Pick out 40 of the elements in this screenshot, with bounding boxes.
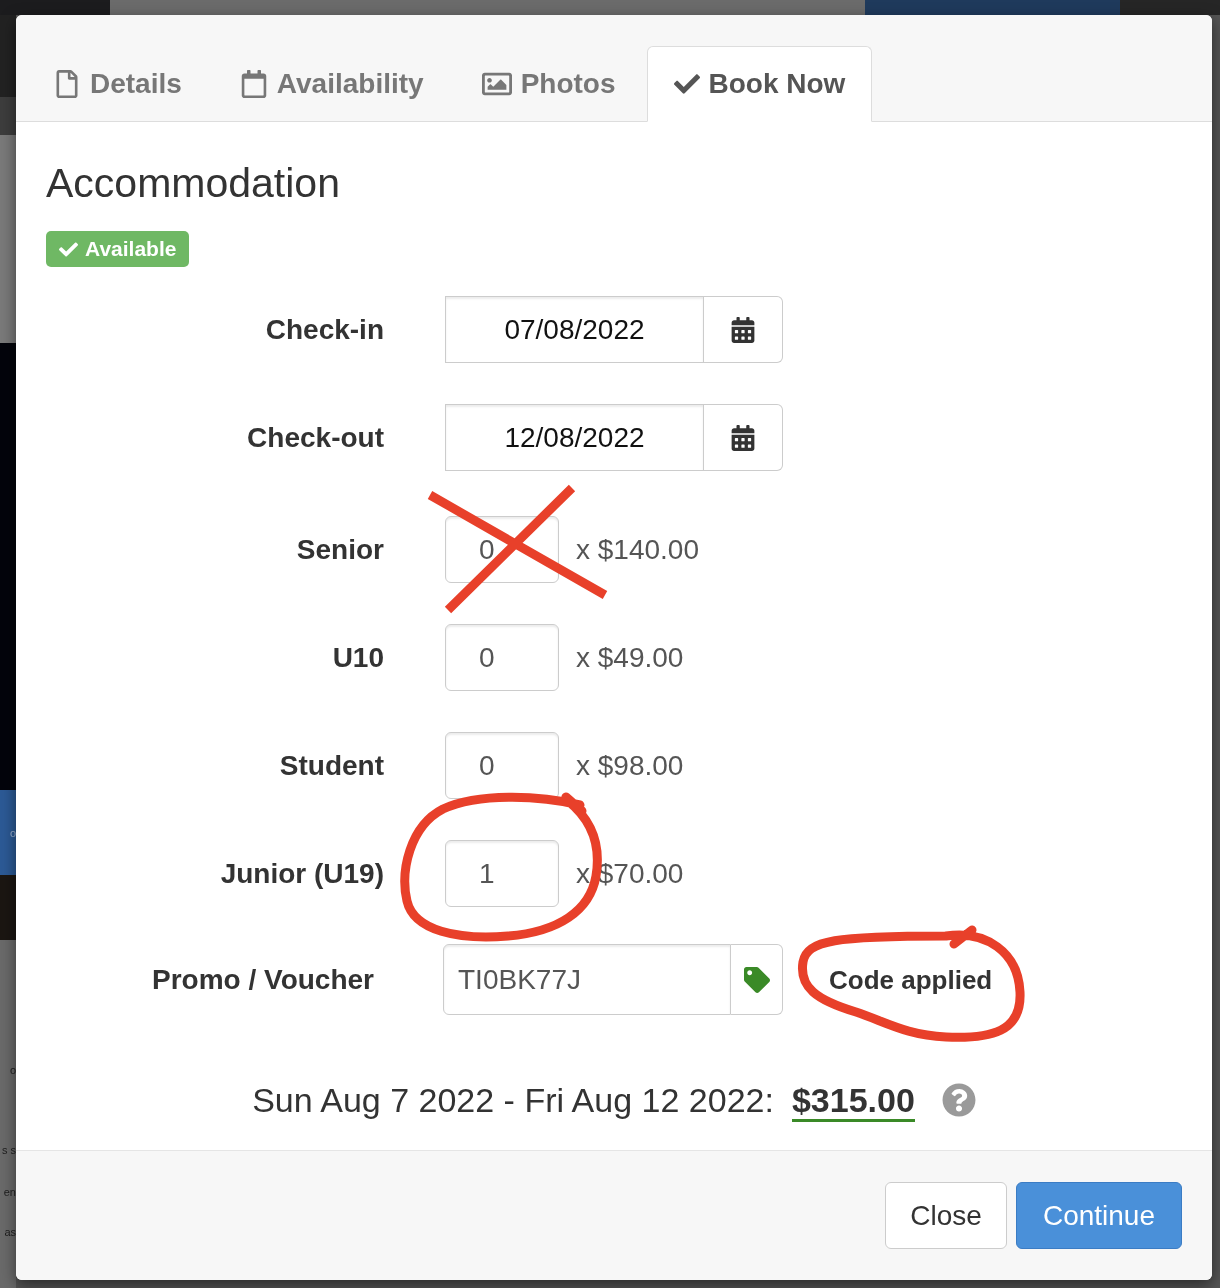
background-text: as: [4, 1225, 16, 1239]
field-label: Junior (U19): [219, 856, 384, 891]
tab[interactable]: Details: [26, 46, 209, 122]
tab[interactable]: Availability: [212, 46, 451, 122]
section-title: Accommodation: [46, 159, 341, 208]
field-label: Senior: [295, 532, 384, 567]
close-button[interactable]: Close: [885, 1182, 1007, 1249]
date-range: Sun Aug 7 2022 - Fri Aug 12 2022:: [252, 1081, 774, 1119]
tag-button[interactable]: [731, 944, 783, 1015]
unit-price: x $140.00: [576, 532, 699, 567]
check-icon: [673, 71, 700, 97]
calendar-icon: [730, 316, 756, 343]
background-text: s s: [1, 1143, 16, 1157]
field-label: Student: [278, 748, 384, 783]
promo-field[interactable]: TI0BK77J: [443, 944, 731, 1015]
field-label: Promo / Voucher: [151, 962, 374, 997]
calendar-button[interactable]: [704, 296, 783, 363]
background-text: en: [3, 1185, 16, 1199]
date-field[interactable]: 07/08/2022: [445, 296, 704, 363]
background-text: o: [9, 825, 16, 840]
help-icon[interactable]: [941, 1083, 976, 1117]
field-label: U10: [331, 640, 384, 675]
field-label: Check-out: [246, 420, 384, 455]
calendar-button[interactable]: [704, 404, 783, 471]
tag-icon: [743, 966, 770, 993]
tab[interactable]: Book Now: [646, 46, 873, 122]
field-label: Check-in: [264, 312, 384, 347]
calendar-icon: [239, 70, 268, 98]
badge-label: Available: [85, 237, 177, 261]
unit-price: x $49.00: [576, 640, 684, 675]
quantity-field[interactable]: 1: [445, 840, 559, 907]
quantity-field[interactable]: 0: [445, 624, 559, 691]
quantity-field[interactable]: 0: [445, 732, 559, 799]
unit-price: x $98.00: [576, 748, 684, 783]
promo-status: Code applied: [829, 964, 993, 995]
check-icon: [59, 239, 78, 259]
total-price: $315.00: [791, 1081, 915, 1122]
tab[interactable]: Photos: [454, 46, 643, 122]
calendar-icon: [730, 424, 756, 451]
date-field[interactable]: 12/08/2022: [445, 404, 704, 471]
